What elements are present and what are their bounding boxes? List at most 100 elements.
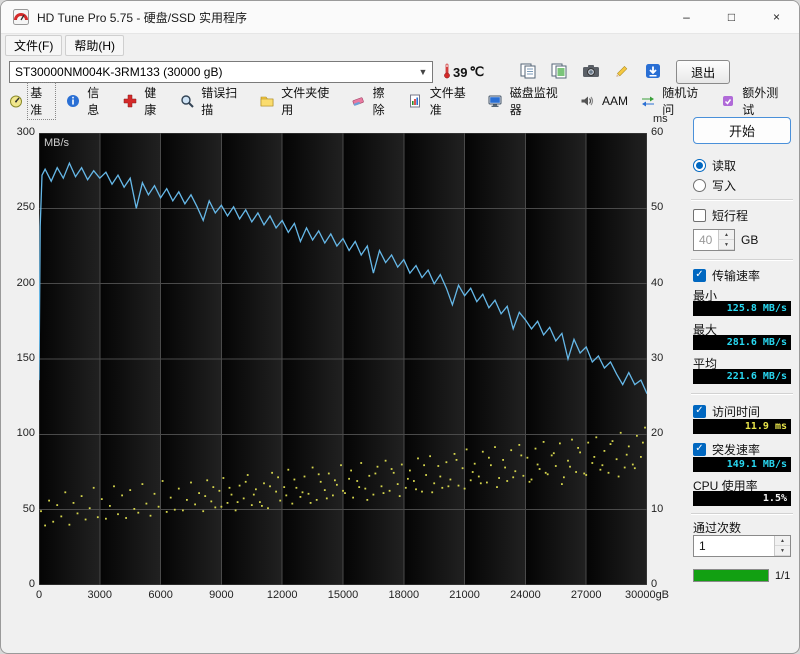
error-scan-icon [180,94,194,109]
progress-fill [694,570,768,581]
pass-count-value: 1 [694,536,774,556]
folder-usage-icon [260,94,274,109]
y-left-unit-label: MB/s [44,137,69,149]
read-radio[interactable]: 读取 [693,157,736,173]
pass-count-stepper[interactable]: 1 ▲▼ [693,535,791,557]
transfer-rate-checkbox[interactable]: ✓ 传输速率 [693,267,760,283]
app-icon [13,9,29,25]
access-time-label: 访问时间 [712,403,760,420]
separator [691,513,793,515]
tick-label: 6000 [148,589,172,601]
tab-bar: 基准信息健康错误扫描文件夹使用擦除文件基准磁盘监视器AAM随机访问额外测试 [1,88,799,114]
menu-file[interactable]: 文件(F) [5,35,62,56]
benchmark-chart: MB/s ms 30025020015010050060504030201000… [1,115,687,620]
camera-icon [582,64,600,81]
tick-label: 30 [651,352,677,364]
short-stroke-size-value: 40 [694,230,718,250]
read-label: 读取 [712,157,736,174]
write-radio[interactable]: 写入 [693,177,736,193]
file-benchmark-icon [408,94,422,109]
screenshot-button[interactable] [578,60,604,84]
temperature-value: 39 [453,65,467,80]
tick-label: 0 [1,578,35,590]
disk-monitor-icon [488,94,502,109]
benchmark-icon [9,94,23,109]
short-stroke-checkbox[interactable]: ✓ 短行程 [693,207,748,223]
tick-label: 9000 [209,589,233,601]
copy-text-icon [520,63,538,82]
drive-select-value: ST30000NM004K-3RM133 (30000 gB) [15,65,222,79]
copy-text-button[interactable] [516,60,542,84]
toolbar-buttons [516,60,666,84]
progress-label: 1/1 [775,570,790,582]
window-title: HD Tune Pro 5.75 - 硬盘/SSD 实用程序 [37,9,247,26]
tick-label: 27000 [571,589,602,601]
tick-label: 24000 [510,589,541,601]
progress-bar [693,569,769,582]
pass-count-row: 1 ▲▼ [693,535,791,557]
download-button[interactable] [640,60,666,84]
tick-label: 100 [1,427,35,439]
menu-bar: 文件(F) 帮助(H) [1,34,799,56]
burst-rate-checkbox[interactable]: ✓ 突发速率 [693,441,760,457]
tick-label: 20 [651,427,677,439]
tick-label: 60 [651,126,677,138]
burst-rate-label: 突发速率 [712,441,760,458]
tick-label: 250 [1,201,35,213]
temperature-unit: ℃ [469,64,484,80]
transfer-rate-checkbox-icon: ✓ [693,269,706,282]
write-label: 写入 [712,177,736,194]
tick-label: 15000 [328,589,359,601]
tick-label: 0 [36,589,42,601]
burst-rate-value: 149.1 MB/s [693,457,791,472]
drive-select[interactable]: ST30000NM004K-3RM133 (30000 gB) ▼ [9,61,433,83]
cpu-usage-value: 1.5% [693,491,791,506]
health-icon [123,94,137,109]
stepper-arrows-icon[interactable]: ▲▼ [774,536,790,556]
minimize-button[interactable]: – [664,1,709,33]
gb-label: GB [741,233,758,247]
tab-label: AAM [599,92,631,110]
short-stroke-checkbox-icon: ✓ [693,209,706,222]
tick-label: 10 [651,503,677,515]
tick-label: 40 [651,277,677,289]
aam-icon [580,94,595,109]
pass-count-label: 通过次数 [693,519,741,536]
burst-rate-checkbox-icon: ✓ [693,443,706,456]
tick-label: 200 [1,277,35,289]
access-time-checkbox[interactable]: ✓ 访问时间 [693,403,760,419]
stepper-arrows-icon[interactable]: ▲▼ [718,230,734,250]
access-time-value: 11.9 ms [693,419,791,434]
separator [691,393,793,395]
maximize-button[interactable]: □ [709,1,754,33]
min-value: 125.8 MB/s [693,301,791,316]
plot-area [39,133,647,585]
exit-button[interactable]: 退出 [676,60,730,84]
separator [691,199,793,201]
start-button[interactable]: 开始 [693,117,791,144]
copy-image-button[interactable] [547,60,573,84]
options-button[interactable] [609,60,635,84]
control-panel: 开始 读取 写入 ✓ 短行程 40 ▲▼ GB ✓ 传输速率 最小 125.8 [691,115,797,625]
tick-label: 300 [1,126,35,138]
erase-icon [351,94,365,109]
menu-help[interactable]: 帮助(H) [65,35,124,56]
thermometer-icon [443,63,451,82]
tab-aam[interactable]: AAM [580,92,631,110]
copy-image-icon [551,63,569,82]
temperature-indicator: 39℃ [443,63,484,82]
short-stroke-size-stepper[interactable]: 40 ▲▼ [693,229,735,251]
transfer-rate-label: 传输速率 [712,267,760,284]
short-stroke-label: 短行程 [712,207,748,224]
chevron-down-icon: ▼ [414,67,432,77]
short-stroke-size-row: 40 ▲▼ GB [693,229,758,251]
random-access-icon [641,94,655,109]
radio-read-icon [693,159,706,172]
extra-tests-icon [721,94,735,109]
progress-row: 1/1 [693,569,790,582]
tick-label: 50 [1,503,35,515]
radio-write-icon [693,179,706,192]
max-value: 281.6 MB/s [693,335,791,350]
info-icon [66,94,80,109]
close-button[interactable]: × [754,1,799,33]
